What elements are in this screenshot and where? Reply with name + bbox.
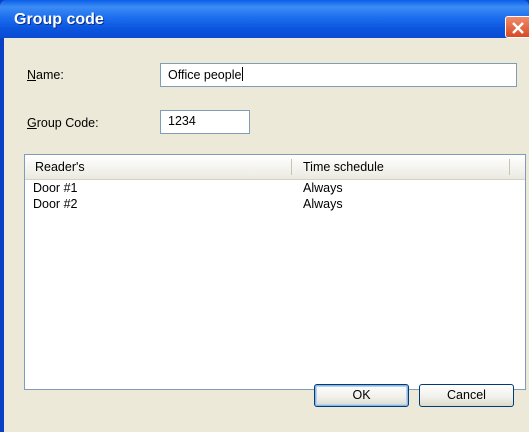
readers-list[interactable]: Reader's Time schedule Door #1 Always Do…: [24, 154, 526, 390]
schedule-cell: Always: [303, 197, 343, 211]
text-caret: [242, 67, 244, 81]
title-bar[interactable]: Group code: [0, 0, 529, 38]
group-code-input[interactable]: 1234: [160, 110, 250, 134]
group-code-label: Group Code:: [27, 116, 99, 130]
reader-cell: Door #2: [33, 197, 78, 211]
list-header: Reader's Time schedule: [25, 155, 525, 180]
reader-cell: Door #1: [33, 181, 78, 195]
ok-button[interactable]: OK: [314, 384, 409, 407]
window-title: Group code: [14, 11, 104, 28]
column-header-readers[interactable]: Reader's: [25, 155, 291, 179]
dialog-body: Name: Office people Group Code: 1234 Rea…: [4, 38, 529, 432]
name-label: Name:: [27, 68, 64, 82]
column-header-time-schedule[interactable]: Time schedule: [293, 155, 509, 179]
close-icon: [512, 22, 524, 34]
column-divider[interactable]: [509, 159, 510, 175]
name-input[interactable]: Office people: [160, 63, 517, 87]
cancel-button[interactable]: Cancel: [419, 384, 514, 407]
column-divider[interactable]: [291, 159, 292, 175]
dialog-window: Group code Name: Office people Group Cod…: [0, 0, 529, 432]
close-button[interactable]: [505, 16, 529, 38]
schedule-cell: Always: [303, 181, 343, 195]
